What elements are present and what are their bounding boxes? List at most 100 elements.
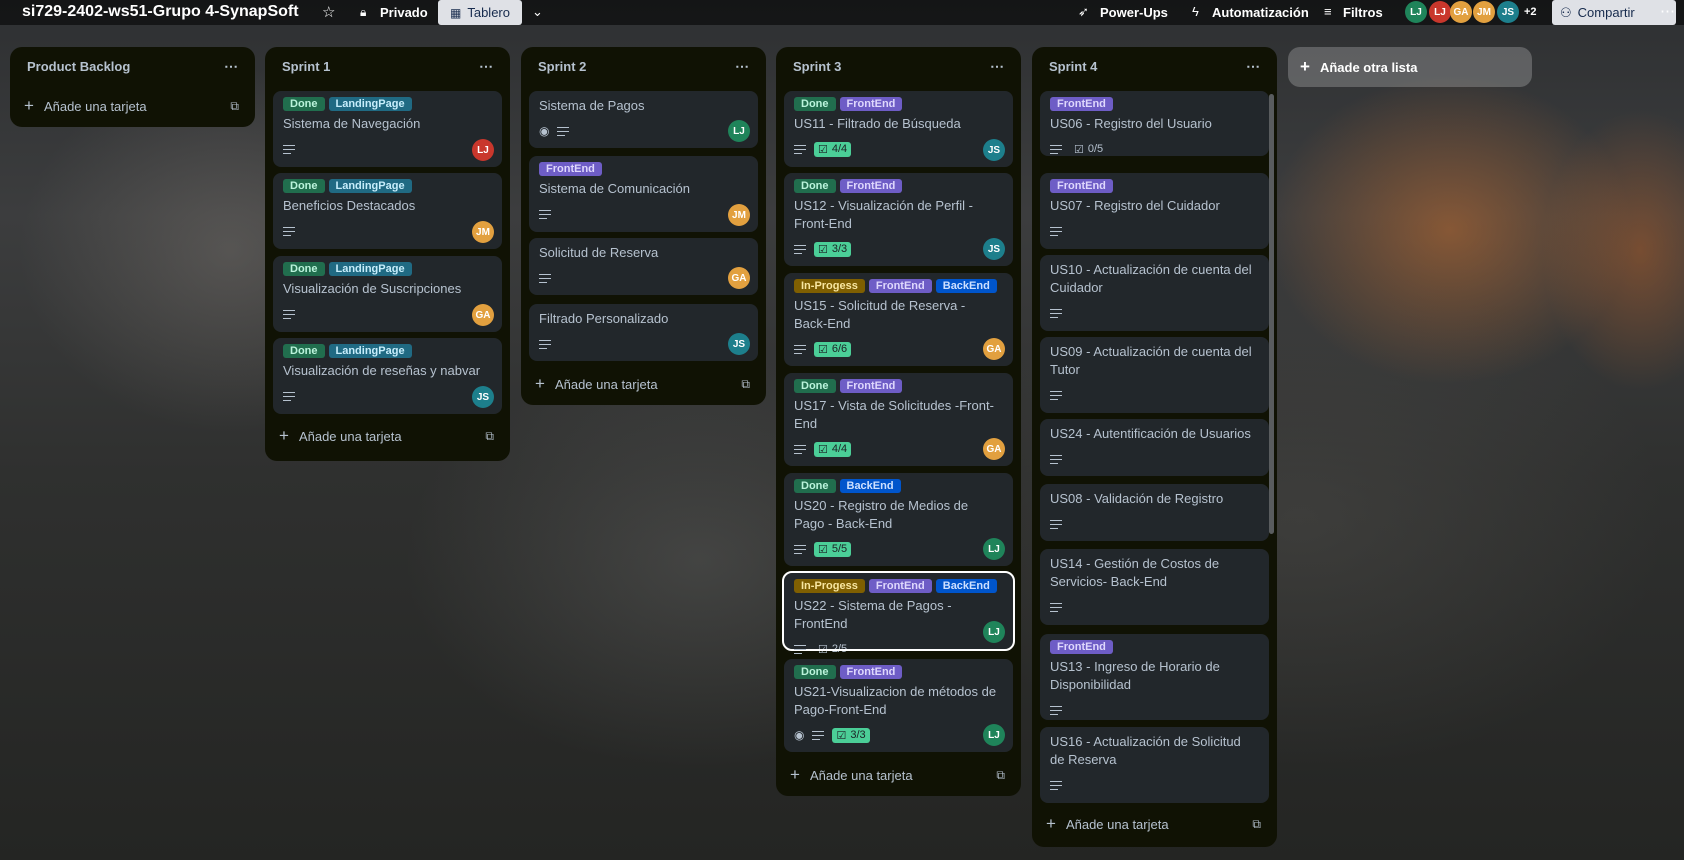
card-member-avatar[interactable]: GA <box>728 267 750 289</box>
card-label[interactable]: LandingPage <box>328 97 412 111</box>
chevron-down-icon[interactable]: ⌄ <box>532 4 543 20</box>
card[interactable]: Solicitud de Reserva GA <box>529 238 758 295</box>
card-label[interactable]: FrontEnd <box>1050 179 1113 193</box>
card-label[interactable]: LandingPage <box>328 344 412 358</box>
powerups-button[interactable]: Power-Ups <box>1100 5 1168 20</box>
card-member-avatar[interactable]: LJ <box>983 724 1005 746</box>
card-label[interactable]: FrontEnd <box>868 279 932 293</box>
card-member-avatar[interactable]: LJ <box>983 538 1005 560</box>
member-avatar[interactable]: JM <box>1473 1 1495 23</box>
card-label[interactable]: BackEnd <box>935 279 997 293</box>
card-template-icon[interactable]: ⧉ <box>741 377 750 392</box>
card-label[interactable]: LandingPage <box>328 179 412 193</box>
list-menu-icon[interactable]: ⋯ <box>1246 58 1261 75</box>
card-label[interactable]: Done <box>794 479 836 493</box>
card-member-avatar[interactable]: JS <box>983 139 1005 161</box>
card[interactable]: FrontEnd Sistema de Comunicación JM <box>529 156 758 232</box>
card[interactable]: Filtrado Personalizado JS <box>529 304 758 361</box>
card[interactable]: US24 - Autentificación de Usuarios <box>1040 419 1269 476</box>
card-label[interactable]: FrontEnd <box>868 579 932 593</box>
card[interactable]: US10 - Actualización de cuenta del Cuida… <box>1040 255 1269 331</box>
add-card-button[interactable]: + Añade una tarjeta ⧉ <box>1040 809 1269 839</box>
member-avatar[interactable]: LJ <box>1405 1 1427 23</box>
member-avatar[interactable]: GA <box>1450 1 1472 23</box>
card-member-avatar[interactable]: JS <box>728 333 750 355</box>
card[interactable]: FrontEnd US06 - Registro del Usuario ☑ 0/5 <box>1040 91 1269 156</box>
card-label[interactable]: Done <box>283 344 325 358</box>
card-member-avatar[interactable]: JM <box>728 204 750 226</box>
card-label[interactable]: BackEnd <box>839 479 901 493</box>
card-label[interactable]: In-Progess <box>794 279 865 293</box>
card[interactable]: US14 - Gestión de Costos de Servicios- B… <box>1040 549 1269 625</box>
card[interactable]: FrontEnd US13 - Ingreso de Horario de Dis… <box>1040 634 1269 720</box>
card[interactable]: Done LandingPage Sistema de Navegación LJ <box>273 91 502 167</box>
list-title[interactable]: Sprint 2 <box>538 59 586 74</box>
card-label[interactable]: BackEnd <box>935 579 997 593</box>
add-card-button[interactable]: + Añade una tarjeta ⧉ <box>18 91 247 121</box>
list-menu-icon[interactable]: ⋯ <box>224 58 239 75</box>
card-label[interactable]: FrontEnd <box>839 665 903 679</box>
list-title[interactable]: Sprint 1 <box>282 59 330 74</box>
card-label[interactable]: FrontEnd <box>539 162 602 176</box>
card[interactable]: Done FrontEnd US11 - Filtrado de Búsqueda ☑… <box>784 91 1013 167</box>
card-member-avatar[interactable]: GA <box>983 438 1005 460</box>
card[interactable]: In-Progess FrontEnd BackEnd US22 - Sistema … <box>782 571 1015 656</box>
card-member-avatar[interactable]: JS <box>983 238 1005 260</box>
card-label[interactable]: FrontEnd <box>839 379 903 393</box>
member-avatar[interactable]: LJ <box>1429 1 1451 23</box>
card-label[interactable]: Done <box>283 262 325 276</box>
card[interactable]: Done LandingPage Beneficios Destacados JM <box>273 173 502 249</box>
card-label[interactable]: In-Progess <box>794 579 865 593</box>
card[interactable]: FrontEnd US07 - Registro del Cuidador <box>1040 173 1269 249</box>
card-label[interactable]: Done <box>794 379 836 393</box>
more-members-count[interactable]: +2 <box>1524 6 1537 18</box>
card-member-avatar[interactable]: GA <box>472 304 494 326</box>
card-template-icon[interactable]: ⧉ <box>230 99 239 114</box>
more-options-icon[interactable]: ⋯ <box>1660 2 1675 20</box>
share-button[interactable]: ⚇ Compartir <box>1552 0 1676 25</box>
card-label[interactable]: FrontEnd <box>1050 640 1113 654</box>
card-label[interactable]: FrontEnd <box>839 97 903 111</box>
list-title[interactable]: Product Backlog <box>27 59 130 74</box>
card[interactable]: Sistema de Pagos ◉ LJ <box>529 91 758 148</box>
board-view-button[interactable]: ▦ Tablero <box>438 0 522 25</box>
card-label[interactable]: FrontEnd <box>1050 97 1113 111</box>
card-member-avatar[interactable]: JM <box>472 221 494 243</box>
card[interactable]: Done FrontEnd US17 - Vista de Solicitudes … <box>784 373 1013 466</box>
add-card-button[interactable]: + Añade una tarjeta ⧉ <box>529 369 758 399</box>
card[interactable]: Done FrontEnd US12 - Visualización de Perf… <box>784 173 1013 266</box>
list-title[interactable]: Sprint 4 <box>1049 59 1097 74</box>
board-title[interactable]: si729-2402-ws51-Grupo 4-SynapSoft <box>22 3 299 21</box>
filters-button[interactable]: Filtros <box>1343 5 1383 20</box>
list-menu-icon[interactable]: ⋯ <box>735 58 750 75</box>
card[interactable]: US09 - Actualización de cuenta del Tutor <box>1040 337 1269 413</box>
card-label[interactable]: FrontEnd <box>839 179 903 193</box>
card-label[interactable]: Done <box>283 179 325 193</box>
card-label[interactable]: LandingPage <box>328 262 412 276</box>
card[interactable]: Done LandingPage Visualización de reseñas … <box>273 338 502 414</box>
card[interactable]: Done LandingPage Visualización de Suscripc… <box>273 256 502 332</box>
card-member-avatar[interactable]: LJ <box>983 621 1005 643</box>
card[interactable]: Done BackEnd US20 - Registro de Medios de … <box>784 473 1013 566</box>
card-template-icon[interactable]: ⧉ <box>1252 817 1261 832</box>
visibility-button[interactable]: Privado <box>380 5 428 20</box>
card-member-avatar[interactable]: LJ <box>472 139 494 161</box>
card-label[interactable]: Done <box>794 665 836 679</box>
card-label[interactable]: Done <box>794 179 836 193</box>
card-member-avatar[interactable]: GA <box>983 338 1005 360</box>
card-member-avatar[interactable]: JS <box>472 386 494 408</box>
automation-button[interactable]: Automatización <box>1212 5 1309 20</box>
add-card-button[interactable]: + Añade una tarjeta ⧉ <box>273 421 502 451</box>
add-card-button[interactable]: + Añade una tarjeta ⧉ <box>784 760 1013 790</box>
member-avatar[interactable]: JS <box>1497 1 1519 23</box>
star-icon[interactable]: ☆ <box>322 3 335 21</box>
card-label[interactable]: Done <box>794 97 836 111</box>
list-scrollbar[interactable] <box>1269 94 1274 534</box>
list-menu-icon[interactable]: ⋯ <box>990 58 1005 75</box>
card-template-icon[interactable]: ⧉ <box>996 768 1005 783</box>
card-template-icon[interactable]: ⧉ <box>485 429 494 444</box>
card-label[interactable]: Done <box>283 97 325 111</box>
card[interactable]: In-Progess FrontEnd BackEnd US15 - Solicitu… <box>784 273 1013 366</box>
list-title[interactable]: Sprint 3 <box>793 59 841 74</box>
card[interactable]: US08 - Validación de Registro <box>1040 484 1269 541</box>
